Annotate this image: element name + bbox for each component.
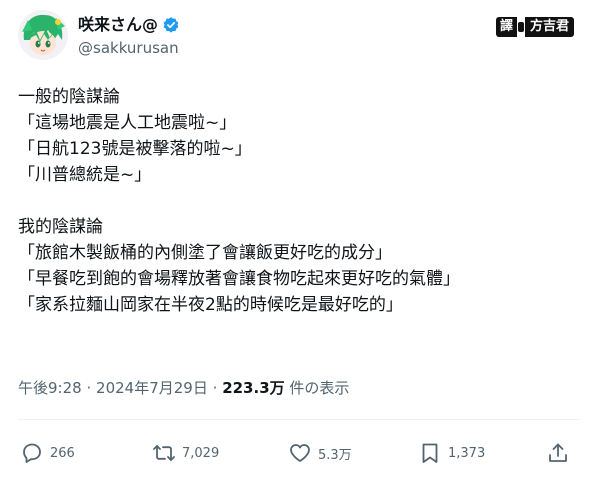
tweet-line: 「早餐吃到飽的會場釋放著會讓食物吃起來更好吃的氣體」 <box>18 269 460 289</box>
bookmark-button[interactable]: 1,373 <box>418 438 485 468</box>
views-count: 223.3万 <box>222 379 285 397</box>
tweet-line: 「家系拉麵山岡家在半夜2點的時候吃是最好吃的」 <box>18 295 403 315</box>
share-icon <box>549 443 567 462</box>
verified-badge-icon <box>162 16 180 34</box>
reply-icon <box>23 443 41 463</box>
bookmark-count: 1,373 <box>448 445 486 461</box>
tweet-meta: 午後9:28 · 2024年7月29日 · 223.3万 件の表示 <box>18 378 349 398</box>
share-button[interactable] <box>546 438 570 468</box>
tweet-header: 咲来さん@ @sakkurusan 譯 方吉君 <box>18 10 580 62</box>
meta-separator: · <box>86 379 92 397</box>
author-display-name[interactable]: 咲来さん@ <box>78 14 158 36</box>
tweet-line: 「這場地震是人工地震啦~」 <box>18 113 237 133</box>
meta-separator: · <box>212 379 218 397</box>
translator-badge-dot <box>517 22 524 32</box>
bookmark-icon <box>422 443 438 463</box>
author-handle[interactable]: @sakkurusan <box>78 38 180 58</box>
translator-watermark: 譯 方吉君 <box>495 16 574 38</box>
avatar[interactable] <box>18 10 68 60</box>
retweet-button[interactable]: 7,029 <box>152 438 219 468</box>
retweet-icon <box>153 445 175 461</box>
divider <box>18 419 580 420</box>
tweet-line: 「川普總統是~」 <box>18 165 152 185</box>
tweet-line: 我的陰謀論 <box>18 217 103 237</box>
like-count: 5.3万 <box>318 447 352 463</box>
tweet-line: 「旅館木製飯桶的內側塗了會讓飯更好吃的成分」 <box>18 243 392 263</box>
views-label: 件の表示 <box>289 379 350 397</box>
tweet-text: 一般的陰謀論 「這場地震是人工地震啦~」 「日航123號是被擊落的啦~」 「川普… <box>18 84 578 318</box>
translator-badge-left: 譯 <box>495 17 517 37</box>
tweet-date[interactable]: 2024年7月29日 <box>96 379 208 397</box>
tweet-line: 一般的陰謀論 <box>18 87 120 107</box>
author-info: 咲来さん@ @sakkurusan <box>78 14 180 58</box>
like-button[interactable]: 5.3万 <box>288 438 352 468</box>
reply-button[interactable]: 266 <box>20 438 75 468</box>
retweet-count: 7,029 <box>182 445 220 461</box>
tweet-line: 「日航123號是被擊落的啦~」 <box>18 139 252 159</box>
action-bar: 266 7,029 5.3万 1,373 <box>18 438 580 468</box>
tweet-time[interactable]: 午後9:28 <box>18 379 82 397</box>
reply-count: 266 <box>50 445 75 461</box>
translator-badge-right: 方吉君 <box>524 17 574 37</box>
heart-icon <box>290 444 310 462</box>
